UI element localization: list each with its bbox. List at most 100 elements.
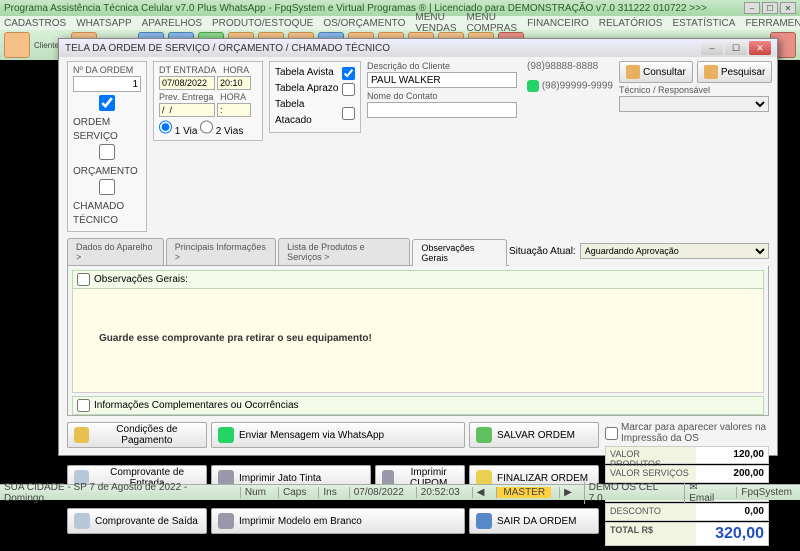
dialog-close-icon[interactable]: ✕	[749, 41, 771, 55]
comprovante-saida-button[interactable]: Comprovante de Saída	[67, 508, 207, 534]
printer-icon	[218, 513, 234, 529]
whatsapp-icon	[218, 427, 234, 443]
chk-orcamento[interactable]: ORÇAMENTO	[73, 144, 141, 179]
status-date: 07/08/2022	[349, 487, 408, 498]
phone1: (98)98888-8888	[527, 61, 613, 72]
desconto-label: DESCONTO	[606, 504, 696, 520]
menu-os[interactable]: OS/ORÇAMENTO	[323, 18, 405, 29]
tab-principais-info[interactable]: Principais Informações >	[166, 238, 276, 265]
status-ins: Ins	[318, 487, 340, 498]
main-menubar: CADASTROS WHATSAPP APARELHOS PRODUTO/EST…	[0, 16, 800, 30]
valor-servicos-value: 200,00	[696, 466, 768, 482]
phone2: (98)99999-9999	[542, 81, 613, 92]
statusbar: SUA CIDADE - SP 7 de Agosto de 2022 - Do…	[0, 484, 800, 500]
dialog-maximize-icon[interactable]: ☐	[725, 41, 747, 55]
tab-produtos-servicos[interactable]: Lista de Produtos e Serviços >	[278, 238, 410, 265]
order-number-label: Nº DA ORDEM	[73, 65, 141, 75]
phones-box: (98)98888-8888 (98)99999-9999	[527, 61, 613, 92]
app-title: Programa Assistência Técnica Celular v7.…	[4, 3, 707, 14]
menu-aparelhos[interactable]: APARELHOS	[142, 18, 202, 29]
nome-contato-label: Nome do Contato	[367, 91, 517, 101]
status-time: 20:52:03	[416, 487, 464, 498]
maximize-icon[interactable]: ☐	[762, 2, 778, 14]
nome-contato-input[interactable]	[367, 102, 517, 118]
total-label: TOTAL R$	[606, 523, 696, 545]
enviar-whatsapp-button[interactable]: Enviar Mensagem via WhatsApp	[211, 422, 465, 448]
status-master: MASTER	[496, 487, 551, 498]
obs-header: Observações Gerais:	[72, 270, 764, 289]
order-number-box: Nº DA ORDEM ORDEM SERVIÇO ORÇAMENTO CHAM…	[67, 61, 147, 232]
order-number-input[interactable]	[73, 76, 141, 92]
menu-ferramentas[interactable]: FERRAMENTAS	[745, 18, 800, 29]
info-comp-checkbox[interactable]	[77, 399, 90, 412]
total-value: 320,00	[696, 523, 768, 545]
menu-estatistica[interactable]: ESTATÍSTICA	[672, 18, 735, 29]
valor-produtos-value: 120,00	[696, 447, 768, 463]
desconto-value: 0,00	[696, 504, 768, 520]
obs-textarea[interactable]: Guarde esse comprovante pra retirar o se…	[72, 289, 764, 393]
cliente-box: Descrição do Cliente Nome do Contato	[367, 61, 517, 118]
tab-dados-aparelho[interactable]: Dados do Aparelho >	[67, 238, 164, 265]
menu-compras[interactable]: MENU COMPRAS	[467, 12, 518, 34]
chk-tabela-atacado[interactable]: Tabela Atacado	[275, 97, 355, 129]
chk-tabela-aprazo[interactable]: Tabela Aprazo	[275, 81, 355, 97]
chk-tabela-avista[interactable]: Tabela Avista	[275, 65, 355, 81]
status-caps: Caps	[278, 487, 310, 498]
status-location: SUA CIDADE - SP 7 de Agosto de 2022 - Do…	[4, 482, 224, 504]
chk-chamado[interactable]: CHAMADO TÉCNICO	[73, 179, 141, 228]
observacoes-panel: Observações Gerais: Guarde esse comprova…	[67, 266, 769, 416]
pesquisar-button[interactable]: Pesquisar	[697, 61, 772, 83]
tab-observacoes[interactable]: Observações Gerais	[412, 239, 507, 266]
search-icon	[626, 65, 640, 79]
close-icon[interactable]: ✕	[780, 2, 796, 14]
dialog-minimize-icon[interactable]: –	[701, 41, 723, 55]
chk-ordem-servico[interactable]: ORDEM SERVIÇO	[73, 95, 141, 144]
menu-cadastros[interactable]: CADASTROS	[4, 18, 66, 29]
dt-entrada-input[interactable]	[159, 76, 215, 90]
order-dialog: TELA DA ORDEM DE SERVIÇO / ORÇAMENTO / C…	[58, 38, 778, 456]
dialog-title: TELA DA ORDEM DE SERVIÇO / ORÇAMENTO / C…	[65, 43, 390, 54]
prev-time-input[interactable]	[217, 103, 251, 117]
document-icon	[74, 513, 90, 529]
menu-financeiro[interactable]: FINANCEIRO	[527, 18, 589, 29]
situacao-select[interactable]: Aguardando Aprovação	[580, 243, 769, 259]
status-prev-icon[interactable]: ◀	[472, 487, 489, 498]
dialog-titlebar: TELA DA ORDEM DE SERVIÇO / ORÇAMENTO / C…	[59, 39, 777, 57]
obs-footer: Informações Complementares ou Ocorrência…	[72, 396, 764, 415]
status-next-icon[interactable]: ▶	[559, 487, 576, 498]
whatsapp-icon[interactable]	[527, 80, 539, 92]
obs-message: Guarde esse comprovante pra retirar o se…	[99, 333, 372, 344]
radio-2vias[interactable]: 2 Vias	[200, 126, 243, 137]
radio-1via[interactable]: 1 Via	[159, 126, 197, 137]
valor-servicos-label: VALOR SERVIÇOS	[606, 466, 696, 482]
menu-produto[interactable]: PRODUTO/ESTOQUE	[212, 18, 313, 29]
status-fpq[interactable]: FpqSystem	[736, 487, 796, 498]
exit-icon	[476, 513, 492, 529]
consultar-button[interactable]: Consultar	[619, 61, 693, 83]
status-num: Num	[240, 487, 270, 498]
obs-checkbox[interactable]	[77, 273, 90, 286]
tecnico-label: Técnico / Responsável	[619, 85, 769, 95]
tecnico-select[interactable]	[619, 96, 769, 112]
minimize-icon[interactable]: –	[744, 2, 760, 14]
salvar-ordem-button[interactable]: SALVAR ORDEM	[469, 422, 599, 448]
desc-cliente-label: Descrição do Cliente	[367, 61, 517, 71]
hora-input[interactable]	[217, 76, 251, 90]
date-box: DT ENTRADA HORA Prev. Entrega HORA 1 Via…	[153, 61, 263, 141]
prev-date-input[interactable]	[159, 103, 215, 117]
marcar-valores-checkbox[interactable]: Marcar para aparecer valores na Impressã…	[605, 422, 769, 444]
clientes-icon[interactable]	[4, 32, 30, 58]
menu-vendas[interactable]: MENU VENDAS	[415, 12, 456, 34]
menu-whatsapp[interactable]: WHATSAPP	[76, 18, 131, 29]
search-icon	[704, 65, 718, 79]
situacao-label: Situação Atual:	[509, 246, 576, 257]
imprimir-branco-button[interactable]: Imprimir Modelo em Branco	[211, 508, 465, 534]
check-icon	[476, 427, 492, 443]
condicoes-pagamento-button[interactable]: Condições de Pagamento	[67, 422, 207, 448]
sair-ordem-button[interactable]: SAIR DA ORDEM	[469, 508, 599, 534]
desc-cliente-input[interactable]	[367, 72, 517, 88]
menu-relatorios[interactable]: RELATÓRIOS	[599, 18, 663, 29]
coin-icon	[74, 427, 89, 443]
status-email[interactable]: ✉ Email	[684, 482, 728, 504]
valor-produtos-label: VALOR PRODUTOS	[606, 447, 696, 463]
